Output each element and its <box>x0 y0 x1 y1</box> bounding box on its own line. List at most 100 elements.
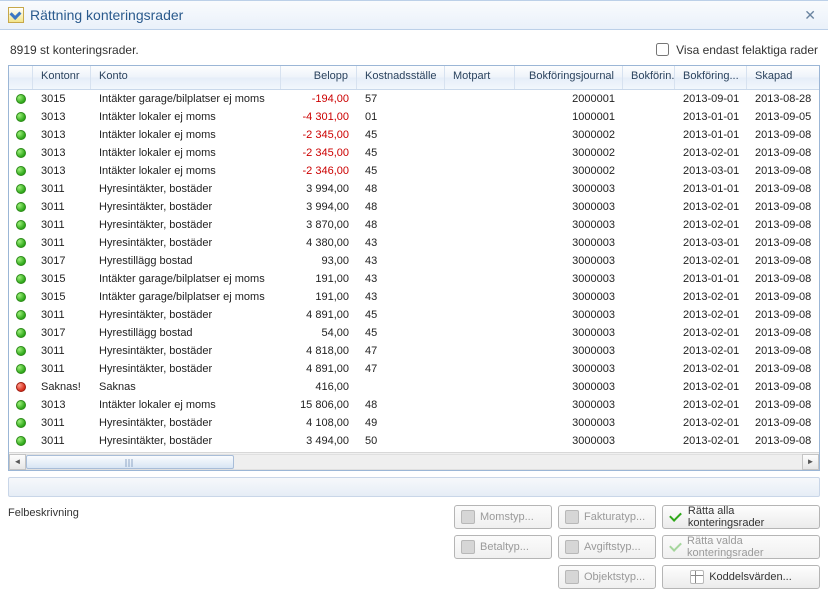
kontonr-cell: 3011 <box>33 363 91 375</box>
col-motpart[interactable]: Motpart <box>445 66 515 89</box>
grid-icon <box>690 570 704 584</box>
momstyp-button[interactable]: Momstyp... <box>454 505 552 529</box>
betaltyp-button[interactable]: Betaltyp... <box>454 535 552 559</box>
table-row[interactable]: 3011Hyresintäkter, bostäder3 994,0048300… <box>9 180 819 198</box>
kontonr-cell: 3011 <box>33 201 91 213</box>
table-row[interactable]: 3011Hyresintäkter, bostäder4 818,0047300… <box>9 342 819 360</box>
journal-cell: 3000003 <box>515 399 623 411</box>
status-dot-icon <box>16 436 26 446</box>
bokforing-cell: 2013-01-01 <box>675 273 747 285</box>
journal-cell: 3000003 <box>515 345 623 357</box>
objektstyp-button[interactable]: Objektstyp... <box>558 565 656 589</box>
table-row[interactable]: Saknas!Saknas416,0030000032013-02-012013… <box>9 378 819 396</box>
skapad-cell: 2013-09-08 <box>747 219 815 231</box>
col-journal[interactable]: Bokföringsjournal <box>515 66 623 89</box>
journal-cell: 3000002 <box>515 165 623 177</box>
ratta-valda-button[interactable]: Rätta valda konteringsrader <box>662 535 820 559</box>
scroll-right-button[interactable]: ► <box>802 454 819 470</box>
table-row[interactable]: 3011Hyresintäkter, bostäder4 108,0049300… <box>9 414 819 432</box>
status-dot-icon <box>16 328 26 338</box>
journal-cell: 2000001 <box>515 93 623 105</box>
bokforing-cell: 2013-02-01 <box>675 291 747 303</box>
journal-cell: 3000003 <box>515 309 623 321</box>
belopp-cell: 4 380,00 <box>281 237 357 249</box>
konto-cell: Intäkter lokaler ej moms <box>91 129 281 141</box>
scroll-track[interactable] <box>26 454 802 470</box>
konto-cell: Hyresintäkter, bostäder <box>91 183 281 195</box>
close-icon[interactable]: ✕ <box>800 5 820 26</box>
konto-cell: Hyrestillägg bostad <box>91 327 281 339</box>
skapad-cell: 2013-09-08 <box>747 381 815 393</box>
col-kostnadsstalle[interactable]: Kostnadsställe <box>357 66 445 89</box>
table-row[interactable]: 3011Hyresintäkter, bostäder4 380,0043300… <box>9 234 819 252</box>
skapad-cell: 2013-09-08 <box>747 435 815 447</box>
skapad-cell: 2013-08-28 <box>747 93 815 105</box>
table-row[interactable]: 3011Hyresintäkter, bostäder3 870,0048300… <box>9 216 819 234</box>
app-icon <box>8 7 24 23</box>
belopp-cell: 4 818,00 <box>281 345 357 357</box>
table-row[interactable]: 3015Intäkter garage/bilplatser ej moms-1… <box>9 90 819 108</box>
status-dot-icon <box>16 166 26 176</box>
konto-cell: Intäkter garage/bilplatser ej moms <box>91 291 281 303</box>
ratta-alla-label: Rätta alla konteringsrader <box>688 505 813 529</box>
scroll-thumb[interactable] <box>26 455 234 469</box>
bokforing-cell: 2013-01-01 <box>675 183 747 195</box>
col-kontonr[interactable]: Kontonr <box>33 66 91 89</box>
table-row[interactable]: 3011Hyresintäkter, bostäder4 891,0047300… <box>9 360 819 378</box>
ratta-valda-label: Rätta valda konteringsrader <box>687 535 813 559</box>
col-status[interactable] <box>9 66 33 89</box>
table-row[interactable]: 3011Hyresintäkter, bostäder3 994,0048300… <box>9 198 819 216</box>
object-icon <box>565 570 579 584</box>
skapad-cell: 2013-09-08 <box>747 201 815 213</box>
col-konto[interactable]: Konto <box>91 66 281 89</box>
konto-cell: Intäkter lokaler ej moms <box>91 147 281 159</box>
status-cell <box>9 417 33 429</box>
kostnadsstalle-cell: 45 <box>357 129 445 141</box>
status-cell <box>9 399 33 411</box>
table-row[interactable]: 3015Intäkter garage/bilplatser ej moms19… <box>9 288 819 306</box>
col-belopp[interactable]: Belopp <box>281 66 357 89</box>
show-errors-input[interactable] <box>656 43 669 56</box>
grid-body[interactable]: 3015Intäkter garage/bilplatser ej moms-1… <box>9 90 819 452</box>
konto-cell: Intäkter lokaler ej moms <box>91 399 281 411</box>
konto-cell: Hyresintäkter, bostäder <box>91 435 281 447</box>
kontonr-cell: 3011 <box>33 219 91 231</box>
konto-cell: Intäkter garage/bilplatser ej moms <box>91 93 281 105</box>
konto-cell: Hyresintäkter, bostäder <box>91 201 281 213</box>
bokforing-cell: 2013-02-01 <box>675 327 747 339</box>
table-row[interactable]: 3017Hyrestillägg bostad54,00453000003201… <box>9 324 819 342</box>
status-cell <box>9 255 33 267</box>
journal-cell: 3000003 <box>515 201 623 213</box>
scroll-left-button[interactable]: ◄ <box>9 454 26 470</box>
table-row[interactable]: 3013Intäkter lokaler ej moms-2 346,00453… <box>9 162 819 180</box>
table-row[interactable]: 3013Intäkter lokaler ej moms-4 301,00011… <box>9 108 819 126</box>
kostnadsstalle-cell: 47 <box>357 363 445 375</box>
table-row[interactable]: 3013Intäkter lokaler ej moms-2 345,00453… <box>9 144 819 162</box>
skapad-cell: 2013-09-08 <box>747 399 815 411</box>
table-row[interactable]: 3015Intäkter garage/bilplatser ej moms19… <box>9 270 819 288</box>
koddelsvarden-button[interactable]: Koddelsvärden... <box>662 565 820 589</box>
status-dot-icon <box>16 364 26 374</box>
bokforing-cell: 2013-01-01 <box>675 129 747 141</box>
col-bokforing[interactable]: Bokföring... <box>675 66 747 89</box>
col-skapad[interactable]: Skapad <box>747 66 815 89</box>
kostnadsstalle-cell: 43 <box>357 255 445 267</box>
percent-icon <box>461 510 475 524</box>
avgiftstyp-label: Avgiftstyp... <box>584 541 641 553</box>
table-row[interactable]: 3017Hyrestillägg bostad93,00433000003201… <box>9 252 819 270</box>
kostnadsstalle-cell: 45 <box>357 327 445 339</box>
show-errors-checkbox[interactable]: Visa endast felaktiga rader <box>652 40 818 59</box>
avgiftstyp-button[interactable]: Avgiftstyp... <box>558 535 656 559</box>
table-row[interactable]: 3011Hyresintäkter, bostäder4 891,0045300… <box>9 306 819 324</box>
col-bokforin[interactable]: Bokförin... <box>623 66 675 89</box>
horizontal-scrollbar[interactable]: ◄ ► <box>9 452 819 470</box>
table-row[interactable]: 3013Intäkter lokaler ej moms-2 345,00453… <box>9 126 819 144</box>
table-row[interactable]: 3013Intäkter lokaler ej moms15 806,00483… <box>9 396 819 414</box>
status-cell <box>9 183 33 195</box>
table-row[interactable]: 3011Hyresintäkter, bostäder3 494,0050300… <box>9 432 819 450</box>
bokforing-cell: 2013-02-01 <box>675 201 747 213</box>
ratta-alla-button[interactable]: Rätta alla konteringsrader <box>662 505 820 529</box>
konto-cell: Hyresintäkter, bostäder <box>91 237 281 249</box>
kostnadsstalle-cell: 45 <box>357 309 445 321</box>
fakturatyp-button[interactable]: Fakturatyp... <box>558 505 656 529</box>
